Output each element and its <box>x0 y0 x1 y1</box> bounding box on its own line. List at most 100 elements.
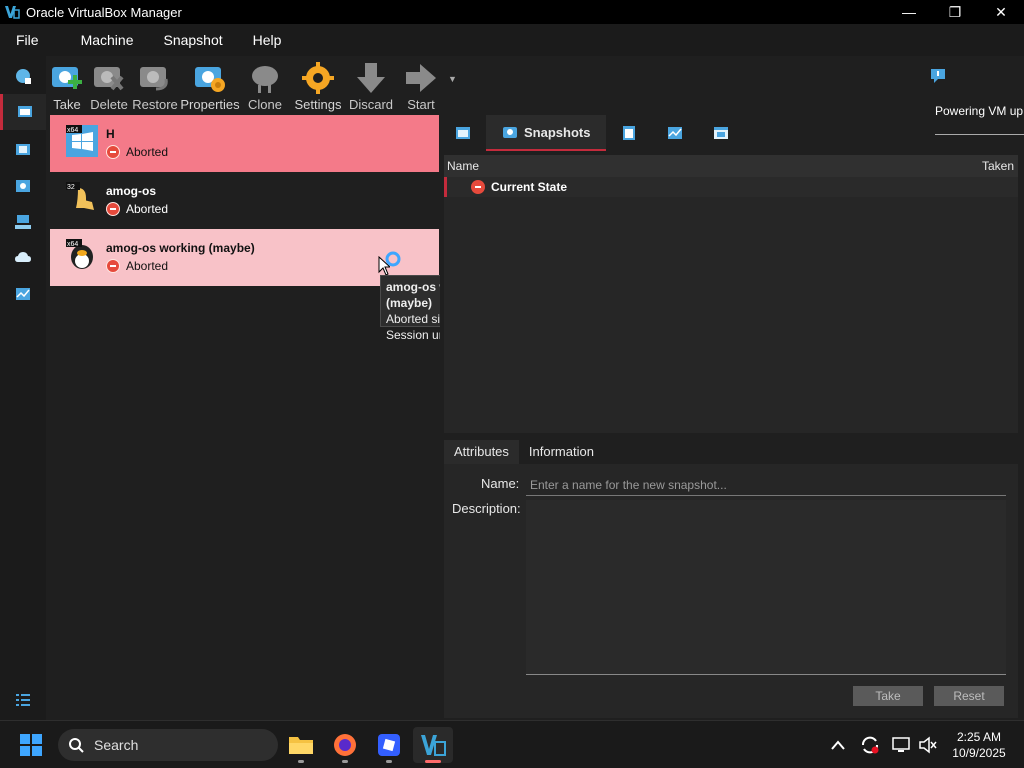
logs-tab-icon <box>623 126 636 140</box>
rail-media[interactable] <box>0 168 46 204</box>
network-icon[interactable] <box>891 735 911 755</box>
camera-restore-icon <box>140 67 168 91</box>
settings-button[interactable]: Settings <box>290 56 346 112</box>
notification-icon[interactable] <box>930 68 946 84</box>
properties-button[interactable]: Properties <box>180 56 240 112</box>
snapshot-row-label: Current State <box>491 180 568 194</box>
sync-icon[interactable] <box>860 735 880 755</box>
vm-list: x64 H Aborted 32 amog-os Aborted x64 amo… <box>50 115 440 720</box>
tray-overflow-chevron-icon[interactable] <box>828 735 848 755</box>
virtualbox-icon <box>421 735 446 756</box>
menu-help[interactable]: Help <box>239 24 298 56</box>
menu-file[interactable]: File <box>0 24 55 56</box>
aborted-status-icon <box>106 145 120 159</box>
chevron-down-icon: ▼ <box>448 74 457 84</box>
vm-list-item[interactable]: 32 amog-os Aborted <box>50 172 439 229</box>
taskbar-file-explorer[interactable] <box>281 727 321 763</box>
vm-state: Aborted <box>106 145 168 159</box>
taskbar-roblox[interactable] <box>369 727 409 763</box>
minimize-button[interactable]: — <box>886 0 932 24</box>
name-label: Name: <box>481 476 520 491</box>
notification-progress <box>935 134 1024 135</box>
discard-button[interactable]: Discard <box>346 56 396 112</box>
snapshot-name-input[interactable] <box>526 474 1006 496</box>
search-label: Search <box>94 737 139 753</box>
clock-date: 10/9/2025 <box>952 746 1006 760</box>
linux-x64-os-icon: x64 <box>66 239 93 269</box>
vm-list-item[interactable]: x64 H Aborted <box>50 115 439 172</box>
reset-button[interactable]: Reset <box>934 686 1004 706</box>
aborted-status-icon <box>471 180 485 194</box>
virtualbox-logo-icon <box>5 6 20 19</box>
windows-start-icon[interactable] <box>20 734 42 756</box>
tab-attributes[interactable]: Attributes <box>444 440 519 464</box>
restore-snapshot-button[interactable]: Restore <box>130 56 180 112</box>
volume-muted-icon[interactable] <box>918 735 938 755</box>
menu-snapshot[interactable]: Snapshot <box>149 24 238 56</box>
take-snapshot-button[interactable]: Take <box>46 56 88 112</box>
left-rail <box>0 56 46 720</box>
generic-32-os-icon: 32 <box>66 182 94 210</box>
activity-tab-icon <box>668 127 683 139</box>
taskbar: Search 2:25 AM 10/9/2025 <box>0 720 1024 768</box>
column-taken[interactable]: Taken <box>982 159 1014 173</box>
snapshot-row-current-state[interactable]: Current State <box>444 177 1018 197</box>
snapshot-toolbar: Take Delete Restore Properties Clone Set… <box>46 56 460 114</box>
vm-state: Aborted <box>106 259 168 273</box>
rail-extensions[interactable] <box>0 132 46 168</box>
snapshot-attributes-form: Name: Description: Take Reset <box>444 464 1018 718</box>
start-dropdown-button[interactable]: ▼ <box>446 56 458 112</box>
menu-bar: File Machine Snapshot Help <box>0 24 1024 56</box>
close-button[interactable]: ✕ <box>978 0 1024 24</box>
extension-tool-icon <box>16 144 30 155</box>
menu-machine[interactable]: Machine <box>55 24 150 56</box>
tab-snapshots[interactable]: Snapshots <box>486 115 607 151</box>
tab-information[interactable]: Information <box>519 440 604 464</box>
tab-activity[interactable] <box>652 115 698 151</box>
tab-file-manager[interactable] <box>698 115 744 151</box>
taskbar-firefox[interactable] <box>325 727 365 763</box>
description-label: Description: <box>452 501 521 516</box>
tab-logs[interactable] <box>606 115 652 151</box>
rail-machines[interactable] <box>0 94 46 130</box>
arrow-down-icon <box>357 63 385 93</box>
rail-cloud[interactable] <box>0 240 46 276</box>
vm-name: amog-os working (maybe) <box>106 241 255 255</box>
clock-time: 2:25 AM <box>956 730 1002 744</box>
vm-name: H <box>106 127 115 141</box>
rail-activities[interactable] <box>0 276 46 312</box>
taskbar-virtualbox[interactable] <box>413 727 453 763</box>
column-name[interactable]: Name <box>447 159 479 173</box>
tab-details[interactable] <box>440 115 486 151</box>
snapshot-description-input[interactable] <box>526 500 1006 675</box>
take-button[interactable]: Take <box>853 686 923 706</box>
window-title: Oracle VirtualBox Manager <box>26 4 182 20</box>
vm-name: amog-os <box>106 184 157 198</box>
notification-text: Powering VM up <box>935 104 1024 118</box>
snapshot-tree: Name Taken Current State <box>444 155 1018 433</box>
details-tab-icon <box>456 127 470 139</box>
taskbar-clock[interactable]: 2:25 AM 10/9/2025 <box>944 729 1014 761</box>
camera-plus-icon <box>52 67 82 89</box>
list-menu-icon <box>16 694 30 706</box>
activity-tool-icon <box>16 288 30 300</box>
vm-state: Aborted <box>106 202 168 216</box>
delete-snapshot-button[interactable]: Delete <box>88 56 130 112</box>
start-button[interactable]: Start <box>396 56 446 112</box>
svg-text:32: 32 <box>67 184 75 191</box>
rail-network[interactable] <box>0 204 46 240</box>
title-bar: Oracle VirtualBox Manager — ❐ ✕ <box>0 0 1024 24</box>
details-panel: Snapshots Name Taken Current State Attri… <box>440 115 1024 720</box>
rail-menu[interactable] <box>0 682 46 718</box>
maximize-button[interactable]: ❐ <box>932 0 978 24</box>
taskbar-search[interactable]: Search <box>58 729 278 761</box>
camera-gear-icon <box>195 67 225 92</box>
search-icon <box>69 738 84 753</box>
rail-welcome[interactable] <box>0 58 46 94</box>
windows-x64-os-icon: x64 <box>66 125 98 157</box>
clone-button[interactable]: Clone <box>240 56 290 112</box>
gear-icon <box>302 62 334 94</box>
media-tool-icon <box>16 180 30 192</box>
roblox-icon <box>378 734 400 756</box>
detail-tabs: Attributes Information <box>444 440 604 464</box>
